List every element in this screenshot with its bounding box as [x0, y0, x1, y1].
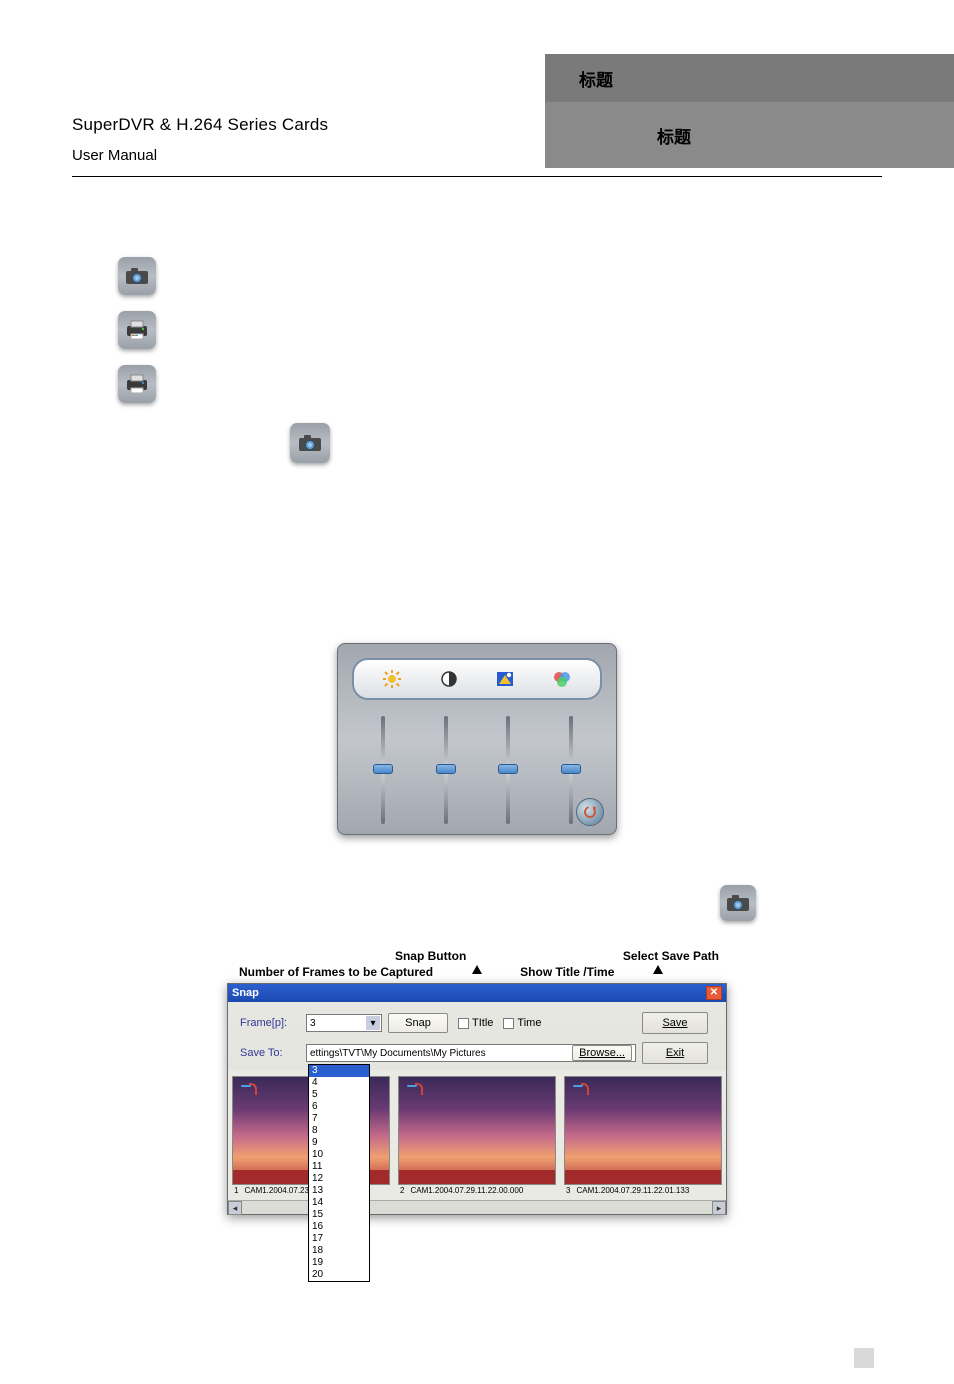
frame-option[interactable]: 8 [309, 1125, 369, 1137]
save-button-label: Save [662, 1017, 687, 1029]
printer-mono-glyph [126, 374, 148, 394]
brightness-icon[interactable] [379, 666, 405, 692]
frame-option[interactable]: 5 [309, 1089, 369, 1101]
title-checkbox-label: TItle [472, 1017, 493, 1029]
frame-value: 3 [310, 1018, 316, 1029]
frame-option[interactable]: 7 [309, 1113, 369, 1125]
thumb-idx: 2 [400, 1186, 404, 1195]
anno-title-time: Show Title /Time [520, 965, 614, 979]
snap-button[interactable]: Snap [388, 1013, 448, 1033]
frame-option[interactable]: 4 [309, 1077, 369, 1089]
snap-titlebar: Snap ✕ [228, 984, 726, 1002]
frame-option[interactable]: 3 [309, 1065, 369, 1077]
snap-thumbnails: 1CAM1.2004.07.23.11.22.00.000 2CAM1.2004… [228, 1070, 726, 1200]
printer-color-glyph [126, 320, 148, 340]
time-checkbox[interactable]: Time [503, 1017, 541, 1029]
contrast-slider[interactable] [438, 716, 454, 824]
thumb-overlay [399, 1170, 555, 1184]
exit-button-label: Exit [666, 1047, 684, 1059]
camera-icon-inline[interactable] [290, 423, 330, 463]
frame-option[interactable]: 13 [309, 1185, 369, 1197]
printer-mono-icon[interactable] [118, 365, 156, 403]
close-icon: ✕ [710, 988, 718, 998]
saturation-icon[interactable] [549, 666, 575, 692]
camera-glyph [125, 267, 149, 285]
camera-glyph [726, 894, 750, 912]
hue-slider[interactable] [500, 716, 516, 824]
title-tag-sub: 标题 [545, 102, 954, 168]
contrast-icon[interactable] [436, 666, 462, 692]
arrow-up-icon [653, 965, 663, 974]
frame-option[interactable]: 20 [309, 1269, 369, 1281]
satellite-icon [571, 1083, 589, 1095]
frame-option[interactable]: 9 [309, 1137, 369, 1149]
frame-option[interactable]: 12 [309, 1173, 369, 1185]
frame-option[interactable]: 6 [309, 1101, 369, 1113]
snap-title: Snap [232, 987, 259, 999]
save-button[interactable]: Save [642, 1012, 708, 1034]
arrow-up-icon [472, 965, 482, 974]
hue-icon[interactable] [492, 666, 518, 692]
frame-option[interactable]: 14 [309, 1197, 369, 1209]
frame-option[interactable]: 16 [309, 1221, 369, 1233]
scroll-right-button[interactable]: ▸ [712, 1201, 726, 1215]
savepath-value: ettings\TVT\My Documents\My Pictures [310, 1048, 568, 1059]
time-checkbox-label: Time [517, 1017, 541, 1029]
frame-combo[interactable]: 3 ▾ [306, 1014, 382, 1032]
title-tag-top: 标题 [545, 54, 954, 102]
satellite-icon [405, 1083, 423, 1095]
thumb-caption: CAM1.2004.07.29.11.22.01.133 [576, 1186, 689, 1195]
satellite-icon [239, 1083, 257, 1095]
image-adjust-panel [337, 643, 617, 835]
slider-group [352, 716, 602, 824]
adjust-buttons-row [352, 658, 602, 700]
thumb-caption: CAM1.2004.07.29.11.22.00.000 [410, 1186, 523, 1195]
frame-option[interactable]: 19 [309, 1257, 369, 1269]
default-reset-icon [582, 804, 598, 820]
frame-option[interactable]: 18 [309, 1245, 369, 1257]
anno-snap-button: Snap Button [395, 949, 466, 963]
camera-icon-right[interactable] [720, 885, 756, 921]
snap-button-label: Snap [405, 1017, 431, 1029]
frame-option[interactable]: 11 [309, 1161, 369, 1173]
frame-label: Frame[p]: [240, 1017, 300, 1029]
thumb-idx: 1 [234, 1186, 238, 1195]
browse-button-label: Browse... [579, 1047, 625, 1059]
anno-save-path: Select Save Path [623, 949, 719, 963]
anno-frames: Number of Frames to be Captured [239, 965, 433, 979]
close-button[interactable]: ✕ [706, 986, 722, 1000]
chevron-down-icon: ▾ [366, 1016, 380, 1030]
scroll-left-button[interactable]: ◂ [228, 1201, 242, 1215]
default-reset-button[interactable] [576, 798, 604, 826]
printer-color-icon[interactable] [118, 311, 156, 349]
snap-thumb[interactable]: 3 CAM1.2004.07.29.11.22.01.133 [564, 1076, 722, 1196]
brightness-slider[interactable] [375, 716, 391, 824]
saveto-label: Save To: [240, 1047, 300, 1059]
frame-option[interactable]: 15 [309, 1209, 369, 1221]
doc-type-label: User Manual [72, 147, 545, 164]
page-number-box [854, 1348, 874, 1368]
thumbnail-scrollbar[interactable]: ◂ ▸ [228, 1200, 726, 1214]
savepath-field[interactable]: ettings\TVT\My Documents\My Pictures Bro… [306, 1044, 636, 1062]
camera-glyph [298, 434, 322, 452]
frame-option[interactable]: 17 [309, 1233, 369, 1245]
exit-button[interactable]: Exit [642, 1042, 708, 1064]
product-title: SuperDVR & H.264 Series Cards [72, 115, 545, 135]
frame-dropdown-list[interactable]: 3 4 5 6 7 8 9 10 11 12 13 14 15 16 [308, 1064, 370, 1282]
snap-form: Frame[p]: 3 ▾ Snap TItle Time Save Save … [228, 1002, 726, 1070]
thumb-idx: 3 [566, 1186, 570, 1195]
thumb-overlay [565, 1170, 721, 1184]
snap-dialog: Snap ✕ Frame[p]: 3 ▾ Snap TItle Time [227, 983, 727, 1215]
frame-option[interactable]: 10 [309, 1149, 369, 1161]
camera-icon[interactable] [118, 257, 156, 295]
snap-thumb[interactable]: 2 CAM1.2004.07.29.11.22.00.000 [398, 1076, 556, 1196]
title-checkbox[interactable]: TItle [458, 1017, 493, 1029]
browse-button[interactable]: Browse... [572, 1045, 632, 1061]
